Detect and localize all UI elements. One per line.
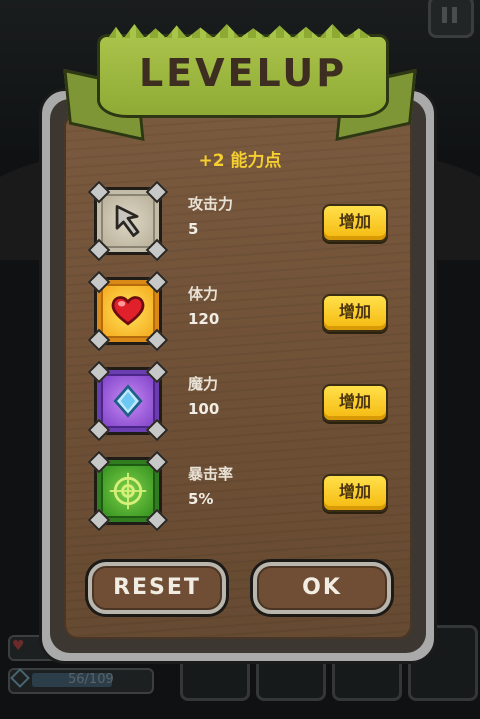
stat-row-health: 体力 120 增加 (87, 270, 394, 352)
heart-icon: ♥ (12, 638, 25, 654)
add-crit-button[interactable]: 增加 (322, 474, 388, 512)
heart-icon (87, 270, 169, 352)
stat-row-magic: 魔力 100 增加 (87, 360, 394, 442)
arrow-cursor-icon (87, 180, 169, 262)
stat-name: 魔力 (188, 375, 219, 393)
add-magic-button[interactable]: 增加 (322, 384, 388, 422)
stat-value: 120 (188, 310, 220, 328)
stat-row-crit: 暴击率 5% 增加 (87, 450, 394, 532)
mana-value: 56/109 (68, 672, 114, 687)
stat-value: 100 (188, 400, 220, 418)
stat-name: 暴击率 (188, 465, 234, 483)
ok-button[interactable]: OK (253, 562, 391, 614)
crosshair-target-icon (87, 450, 169, 532)
add-health-button[interactable]: 增加 (322, 294, 388, 332)
stat-value: 5 (188, 220, 199, 238)
stat-row-attack: 攻击力 5 增加 (87, 180, 394, 262)
add-attack-button[interactable]: 增加 (322, 204, 388, 242)
ability-points-label: +2 能力点 (198, 151, 282, 171)
stat-name: 体力 (188, 285, 219, 303)
stat-value: 5% (188, 490, 214, 508)
reset-button[interactable]: RESET (88, 562, 226, 614)
title-banner: LEVELUP (0, 0, 480, 150)
dialog-title: LEVELUP (138, 51, 348, 95)
stat-name: 攻击力 (188, 195, 234, 213)
diamond-gem-icon (87, 360, 169, 442)
